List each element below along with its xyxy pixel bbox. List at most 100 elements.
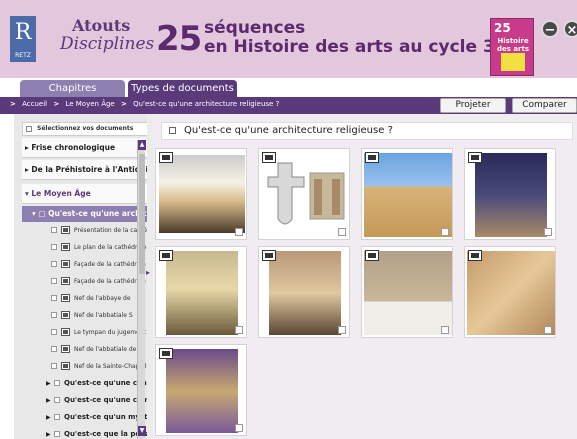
item-label: Le tympan du jugement bbox=[74, 329, 146, 336]
sidebar-subsection-label: Qu'est-ce qu'une architecture religieuse… bbox=[48, 209, 148, 218]
logo-brand: RETZ bbox=[15, 52, 31, 59]
breadcrumb-accueil[interactable]: Accueil bbox=[22, 100, 47, 108]
sainte-chapelle-photo bbox=[166, 349, 238, 433]
notre-dame-photo bbox=[364, 153, 452, 237]
thumbnail-checkbox[interactable] bbox=[235, 326, 243, 334]
sidebar-current-subsection[interactable]: ▾ ▢ Qu'est-ce qu'une architecture religi… bbox=[22, 206, 148, 222]
sidebar-document-item[interactable]: Le plan de la cathédrale bbox=[22, 239, 148, 256]
sidebar-document-item[interactable]: Façade de la cathédrale bbox=[22, 256, 148, 273]
vault-photo bbox=[467, 251, 555, 335]
document-thumbnail[interactable] bbox=[258, 148, 350, 240]
scroll-thumb[interactable] bbox=[139, 154, 145, 274]
thumbnail-checkbox[interactable] bbox=[441, 326, 449, 334]
sidebar-document-item[interactable]: Nef de l'abbatiale de bbox=[22, 341, 148, 358]
document-thumbnail[interactable] bbox=[155, 246, 247, 338]
thumbnail-checkbox[interactable] bbox=[544, 228, 552, 236]
item-checkbox[interactable] bbox=[51, 363, 57, 369]
item-label: Nef de l'abbatiale de bbox=[74, 346, 137, 353]
book-cover-icon: 25 Histoire des arts bbox=[490, 18, 534, 76]
image-icon bbox=[159, 348, 173, 359]
document-thumbnail[interactable] bbox=[258, 246, 350, 338]
projeter-button[interactable]: Projeter bbox=[440, 98, 506, 113]
plan-icon bbox=[365, 250, 379, 261]
plan-icon bbox=[61, 328, 70, 336]
select-all-documents[interactable]: Sélectionnez vos documents bbox=[22, 122, 148, 136]
sidebar-scrollbar[interactable]: ▲ ▼ bbox=[137, 140, 146, 439]
subsection-label: Qu'est-ce qu'un mystère bbox=[64, 413, 148, 421]
item-checkbox[interactable] bbox=[51, 227, 57, 233]
tab-chapitres[interactable]: Chapitres bbox=[20, 80, 125, 97]
book-cover-number: 25 bbox=[494, 21, 511, 35]
sidebar-document-item[interactable]: Nef de l'abbaye de bbox=[22, 290, 148, 307]
title-line1: séquences bbox=[204, 18, 306, 38]
subsection-label: Qu'est-ce qu'une chanson bbox=[64, 379, 148, 387]
sidebar-document-item[interactable]: Nef de la Sainte-Chapelle bbox=[22, 358, 148, 375]
image-icon bbox=[159, 250, 173, 261]
item-checkbox[interactable] bbox=[51, 278, 57, 284]
plan-icon bbox=[61, 243, 70, 251]
sidebar-subsection[interactable]: ▶ Qu'est-ce qu'une commande bbox=[22, 392, 148, 409]
sidebar-subsection[interactable]: ▶ Qu'est-ce qu'un mystère bbox=[22, 409, 148, 426]
image-icon bbox=[468, 250, 482, 261]
sidebar-section-prehistoire[interactable]: ▸ De la Préhistoire à l'Antiquité bbox=[22, 160, 148, 180]
subsection-checkbox[interactable] bbox=[54, 397, 60, 403]
thumbnail-checkbox[interactable] bbox=[235, 424, 243, 432]
thumbnail-checkbox[interactable] bbox=[338, 228, 346, 236]
sidebar-document-item[interactable]: Présentation de la cathédrale bbox=[22, 222, 148, 239]
sidebar: Sélectionnez vos documents ▸ Frise chron… bbox=[14, 114, 148, 439]
subsection-label: Qu'est-ce qu'une commande bbox=[64, 396, 148, 404]
thumbnail-checkbox[interactable] bbox=[338, 326, 346, 334]
document-thumbnail[interactable] bbox=[464, 246, 556, 338]
breadcrumb-moyen-age[interactable]: Le Moyen Âge bbox=[65, 100, 114, 108]
item-checkbox[interactable] bbox=[51, 295, 57, 301]
tab-types-de-documents[interactable]: Types de documents bbox=[128, 80, 237, 97]
sidebar-document-item[interactable]: Nef de l'abbatiale S bbox=[22, 307, 148, 324]
sidebar-subsection[interactable]: ▶ Qu'est-ce que la perspective bbox=[22, 426, 148, 439]
document-thumbnail[interactable] bbox=[155, 148, 247, 240]
select-all-checkbox[interactable] bbox=[26, 126, 32, 132]
expand-arrow-icon: ▶ bbox=[46, 380, 51, 387]
item-checkbox[interactable] bbox=[51, 261, 57, 267]
item-checkbox[interactable] bbox=[51, 312, 57, 318]
comparer-button[interactable]: Comparer bbox=[512, 98, 577, 113]
subsection-checkbox[interactable] bbox=[54, 380, 60, 386]
scroll-down-icon[interactable]: ▼ bbox=[138, 426, 146, 436]
scroll-up-icon[interactable]: ▲ bbox=[138, 140, 146, 150]
subsection-checkbox[interactable] bbox=[54, 414, 60, 420]
tympan-image bbox=[364, 251, 452, 335]
expand-arrow-icon: ▶ bbox=[46, 431, 51, 438]
image-icon bbox=[61, 277, 70, 285]
close-button[interactable]: × bbox=[563, 20, 577, 38]
section-select-checkbox[interactable] bbox=[169, 127, 176, 134]
thumbnail-checkbox[interactable] bbox=[441, 228, 449, 236]
sidebar-subsection[interactable]: ▶ Qu'est-ce qu'une chanson bbox=[22, 375, 148, 392]
breadcrumb-separator: > bbox=[120, 100, 127, 108]
document-thumbnail[interactable] bbox=[155, 344, 247, 436]
image-icon bbox=[61, 362, 70, 370]
item-checkbox[interactable] bbox=[51, 329, 57, 335]
breadcrumb-current: Qu'est-ce qu'une architecture religieuse… bbox=[133, 100, 280, 108]
logo-letter: R bbox=[14, 20, 32, 45]
plan-icon bbox=[262, 152, 276, 163]
sidebar-section-moyen-age[interactable]: ▾ Le Moyen Âge bbox=[22, 184, 148, 204]
section-title-bar: Qu'est-ce qu'une architecture religieuse… bbox=[161, 122, 573, 140]
sidebar-section-frise[interactable]: ▸ Frise chronologique bbox=[22, 138, 148, 158]
plan-image bbox=[262, 153, 348, 237]
image-icon bbox=[468, 152, 482, 163]
sidebar-document-item[interactable]: Façade de la cathédrale bbox=[22, 273, 148, 290]
sidebar-section-label: De la Préhistoire à l'Antiquité bbox=[31, 165, 148, 174]
select-all-label: Sélectionnez vos documents bbox=[37, 125, 134, 132]
document-thumbnail[interactable] bbox=[464, 148, 556, 240]
document-thumbnail[interactable] bbox=[361, 246, 453, 338]
item-checkbox[interactable] bbox=[51, 244, 57, 250]
item-label: Nef de l'abbaye de bbox=[74, 295, 131, 302]
sidebar-document-item[interactable]: Le tympan du jugement bbox=[22, 324, 148, 341]
thumbnail-checkbox[interactable] bbox=[544, 326, 552, 334]
document-thumbnail[interactable] bbox=[361, 148, 453, 240]
minimize-button[interactable]: − bbox=[541, 20, 559, 38]
subsection-checkbox[interactable] bbox=[54, 431, 60, 437]
item-checkbox[interactable] bbox=[51, 346, 57, 352]
app-header: R RETZ Atouts Disciplines 25 séquences e… bbox=[0, 0, 577, 78]
thumbnail-checkbox[interactable] bbox=[235, 228, 243, 236]
book-cover-image bbox=[501, 53, 525, 71]
